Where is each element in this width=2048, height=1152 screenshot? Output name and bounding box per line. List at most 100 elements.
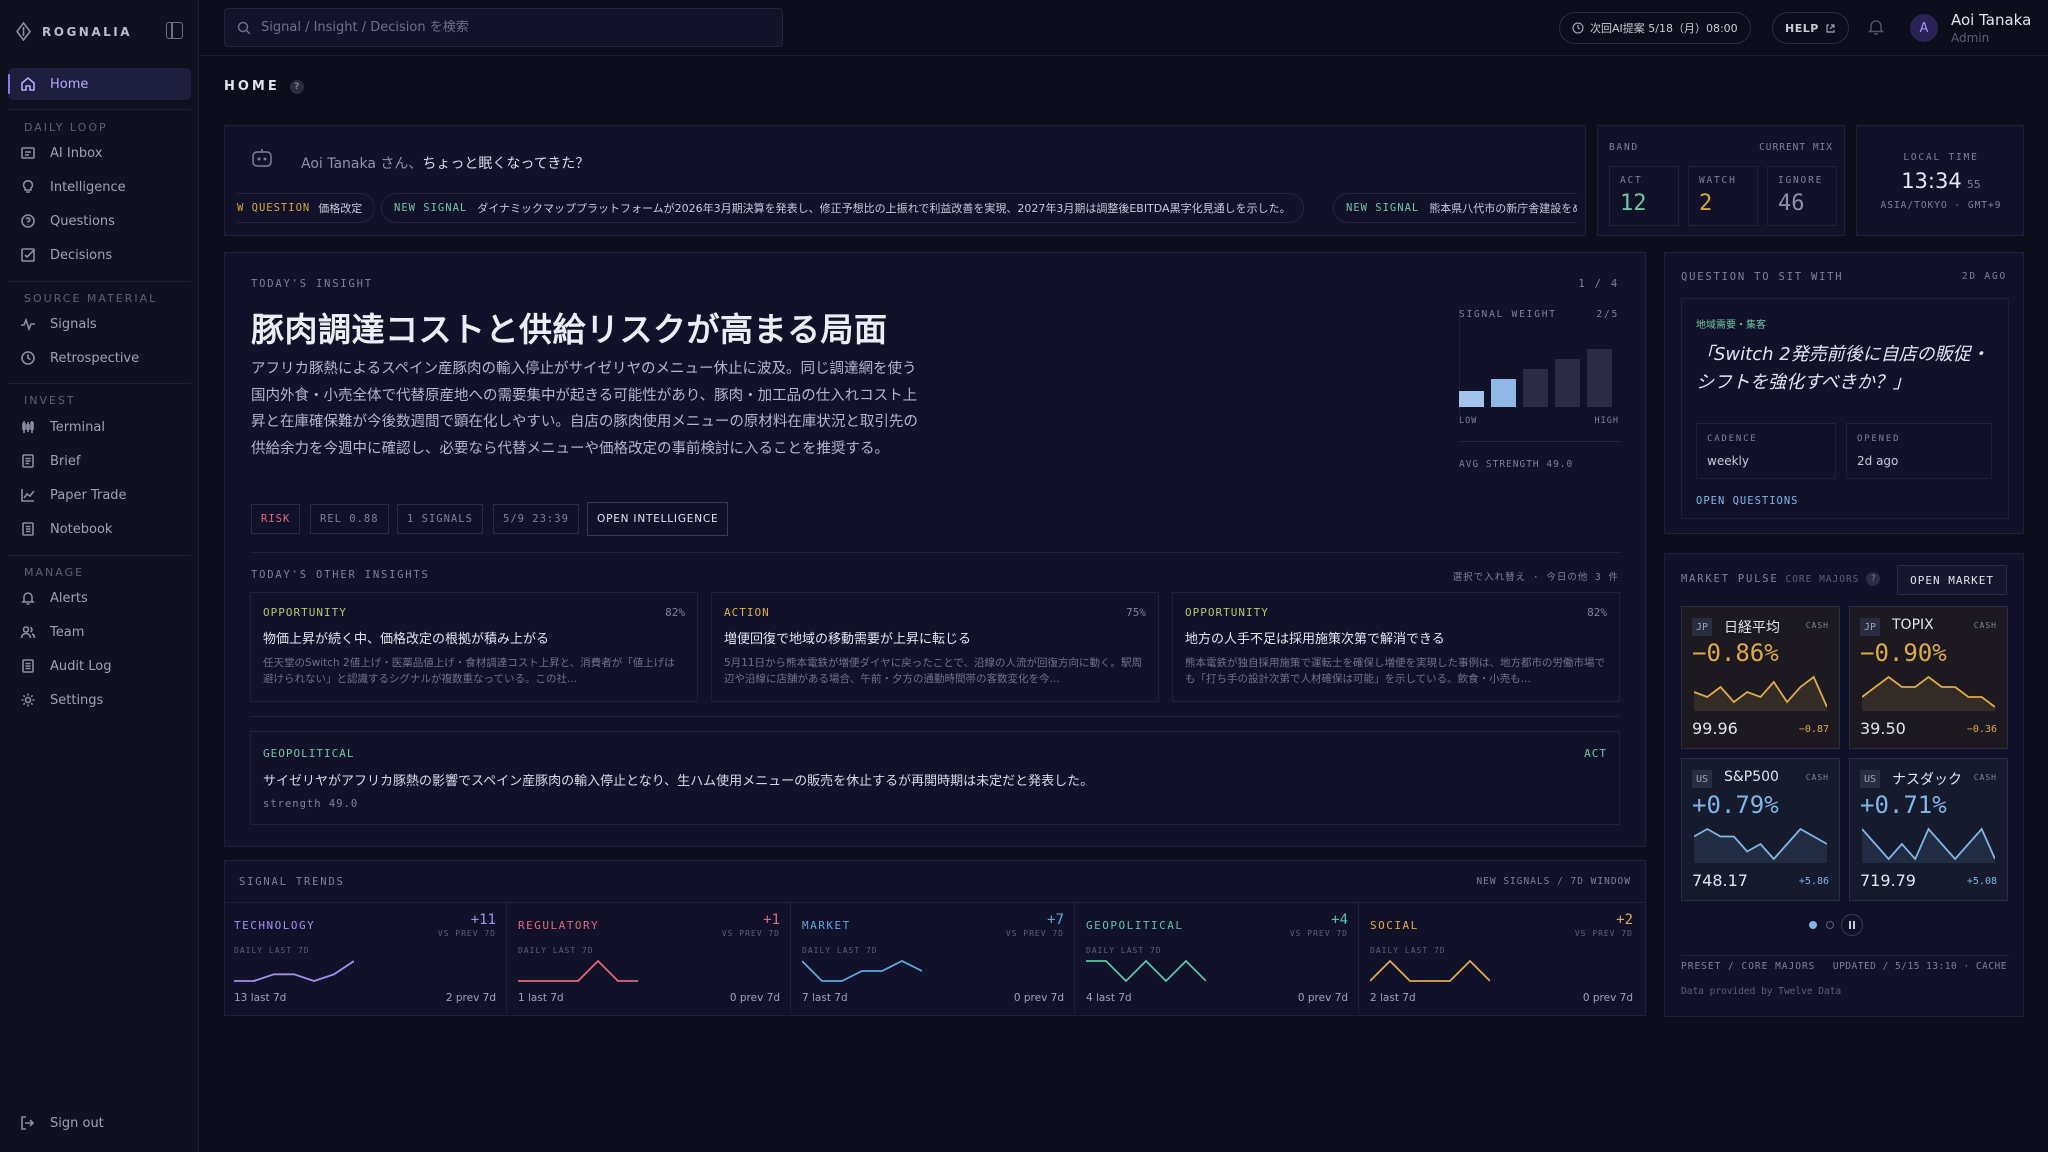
sidebar-item-questions[interactable]: Questions (8, 205, 191, 237)
clock-time: 13:34 55 (1857, 169, 2025, 193)
sidebar-item-team[interactable]: Team (8, 616, 191, 648)
question-label: QUESTION TO SIT WITH (1681, 271, 1844, 283)
pause-icon[interactable] (1841, 914, 1863, 936)
market-value: 99.96 (1692, 719, 1738, 738)
weight-bar (1491, 379, 1516, 407)
market-card[interactable]: JP 日経平均 CASH −0.86% 99.96 −0.87 (1681, 606, 1840, 749)
trend-prev-count: 0 prev 7d (1297, 992, 1348, 1004)
open-questions-link[interactable]: OPEN QUESTIONS (1696, 495, 1799, 507)
greeting-text: Aoi Tanaka さん、ちょっと眠くなってきた？ (301, 153, 589, 173)
sidebar-item-retrospective[interactable]: Retrospective (8, 342, 191, 374)
help-button[interactable]: HELP (1772, 12, 1849, 44)
sidebar-item-intelligence[interactable]: Intelligence (8, 171, 191, 203)
sidebar-item-alerts[interactable]: Alerts (8, 582, 191, 614)
brand[interactable]: ROGNALIA (15, 22, 132, 41)
band-box-ignore[interactable]: IGNORE 46 (1767, 166, 1837, 226)
market-change-pct: −0.86% (1692, 639, 1779, 667)
insight-body: アフリカ豚熱によるスペイン産豚肉の輸入停止がサイゼリヤのメニュー休止に波及。同じ… (251, 361, 918, 457)
notification-bell-icon[interactable] (1868, 18, 1884, 36)
search-input[interactable] (261, 20, 761, 35)
insight-card[interactable]: OPPORTUNITY 82% 物価上昇が続く中、価格改定の根拠が積み上がる 任天堂の… (250, 592, 698, 702)
clock-icon (1572, 22, 1584, 34)
weight-bar (1555, 359, 1580, 407)
insight-card-kind: OPPORTUNITY (1185, 606, 1269, 619)
trend-name: REGULATORY (518, 919, 600, 932)
sidebar-item-signals[interactable]: Signals (8, 308, 191, 340)
sidebar-item-label: Home (50, 76, 89, 92)
trend-card-regulatory[interactable]: REGULATORY +1 VS PREV 7D DAILY LAST 7D 1 las… (508, 902, 791, 1014)
external-link-icon (1826, 23, 1835, 33)
insight-pager[interactable]: 1 / 4 (1578, 278, 1619, 290)
trend-delta: +2 (1616, 912, 1633, 928)
trend-sparkline (234, 957, 355, 989)
sidebar-item-notebook[interactable]: Notebook (8, 513, 191, 545)
market-value: 39.50 (1860, 719, 1906, 738)
relevance-tag: REL 0.88 (310, 504, 389, 534)
trend-card-geopolitical[interactable]: GEOPOLITICAL +4 VS PREV 7D DAILY LAST 7D 4 l… (1076, 902, 1359, 1014)
trend-prev-count: 0 prev 7d (1013, 992, 1064, 1004)
market-change-pct: +0.79% (1692, 791, 1779, 819)
trend-daily-label: DAILY LAST 7D (1370, 946, 1446, 955)
sidebar-item-ai-inbox[interactable]: AI Inbox (8, 137, 191, 169)
trend-chart-icon (21, 489, 35, 502)
pulse-icon (21, 317, 35, 332)
market-card[interactable]: JP TOPIX CASH −0.90% 39.50 −0.36 (1849, 606, 2008, 749)
ticker-item[interactable]: W QUESTION 価格改定 (237, 193, 376, 223)
sidebar-item-paper-trade[interactable]: Paper Trade (8, 479, 191, 511)
trend-card-social[interactable]: SOCIAL +2 VS PREV 7D DAILY LAST 7D 2 last 7d… (1360, 902, 1643, 1014)
trend-sparkline (801, 957, 923, 989)
sidebar-item-home[interactable]: Home (8, 68, 191, 100)
clock-panel: LOCAL TIME 13:34 55 ASIA/TOKYO · GMT+9 (1856, 125, 2024, 236)
market-sparkline (1693, 825, 1828, 867)
trend-vs-label: VS PREV 7D (1289, 929, 1348, 938)
trend-last-count: 4 last 7d (1086, 992, 1132, 1004)
clock-seconds: 55 (1966, 178, 1981, 191)
ticker-item[interactable]: NEW SIGNAL ダイナミックマッププラットフォームが2026年3月期決算を… (381, 193, 1304, 223)
carousel-dot[interactable] (1826, 921, 1834, 929)
insight-card[interactable]: ACTION 75% 増便回復で地域の移動需要が上昇に転じる 5月11日から熊本電鉄が… (711, 592, 1159, 702)
sidebar-item-brief[interactable]: Brief (8, 445, 191, 477)
avatar[interactable]: A (1910, 14, 1938, 42)
open-intelligence-button[interactable]: OPEN INTELLIGENCE (587, 502, 729, 536)
next-proposal-pill[interactable]: 次回AI提案 5/18（月）08:00 (1559, 12, 1751, 44)
help-icon[interactable]: ? (289, 79, 304, 94)
sidebar-item-settings[interactable]: Settings (8, 684, 191, 716)
sign-out-button[interactable]: Sign out (8, 1107, 191, 1139)
collapse-sidebar-icon[interactable] (166, 22, 183, 39)
sidebar-item-terminal[interactable]: Terminal (8, 411, 191, 443)
sparkline-line (234, 960, 355, 982)
question-text: 「Switch 2発売前後に自店の販促・シフトを強化すべきか？」 (1696, 344, 1989, 393)
search-icon (237, 21, 251, 35)
geopolitical-insight-card[interactable]: GEOPOLITICAL ACT サイゼリヤがアフリカ豚熱の影響でスペイン産豚肉… (250, 731, 1620, 825)
sidebar-item-audit-log[interactable]: Audit Log (8, 650, 191, 682)
sidebar-item-label: Brief (50, 453, 81, 469)
market-card[interactable]: US S&P500 CASH +0.79% 748.17 +5.86 (1681, 758, 1840, 901)
ticker-item[interactable]: NEW SIGNAL 熊本県八代市の新庁舎建設をめ‹ (1333, 193, 1577, 223)
sign-out-label: Sign out (50, 1115, 104, 1131)
trend-prev-count: 0 prev 7d (729, 992, 780, 1004)
help-icon[interactable]: ? (1866, 572, 1881, 586)
question-panel: QUESTION TO SIT WITH 2D AGO 地域需要・集客 「Swi… (1664, 252, 2024, 534)
market-pulse-header: MARKET PULSE CORE MAJORS ? (1681, 572, 1881, 586)
question-card[interactable]: 地域需要・集客 「Switch 2発売前後に自店の販促・シフトを強化すべきか？」… (1681, 298, 2009, 519)
help-label: HELP (1785, 21, 1819, 35)
sidebar-item-label: Paper Trade (50, 487, 127, 503)
trend-card-technology[interactable]: TECHNOLOGY +11 VS PREV 7D DAILY LAST 7D 13 l… (224, 902, 507, 1014)
open-market-button[interactable]: OPEN MARKET (1897, 565, 2007, 595)
trend-name: MARKET (802, 919, 851, 932)
market-card[interactable]: US ナスダック CASH +0.71% 719.79 +5.08 (1849, 758, 2008, 901)
trend-card-market[interactable]: MARKET +7 VS PREV 7D DAILY LAST 7D 7 last 7d… (792, 902, 1075, 1014)
ticker-kind: NEW SIGNAL (1346, 202, 1420, 214)
insight-card[interactable]: OPPORTUNITY 82% 地方の人手不足は採用施策次第で解消できる 熊本電鉄が独… (1172, 592, 1620, 702)
sidebar-item-decisions[interactable]: Decisions (8, 239, 191, 271)
ticker-kind: NEW SIGNAL (394, 202, 468, 214)
carousel-dot-active[interactable] (1809, 921, 1817, 929)
insight-card-confidence: 75% (1126, 606, 1146, 619)
band-box-watch[interactable]: WATCH 2 (1688, 166, 1758, 226)
sidebar-item-label: Alerts (50, 590, 88, 606)
search-box[interactable] (224, 8, 783, 47)
greeting-name: Aoi Tanaka さん、 (301, 156, 423, 172)
trend-vs-label: VS PREV 7D (1005, 929, 1064, 938)
sidebar-item-label: AI Inbox (50, 145, 103, 161)
band-box-act[interactable]: ACT 12 (1609, 166, 1679, 226)
